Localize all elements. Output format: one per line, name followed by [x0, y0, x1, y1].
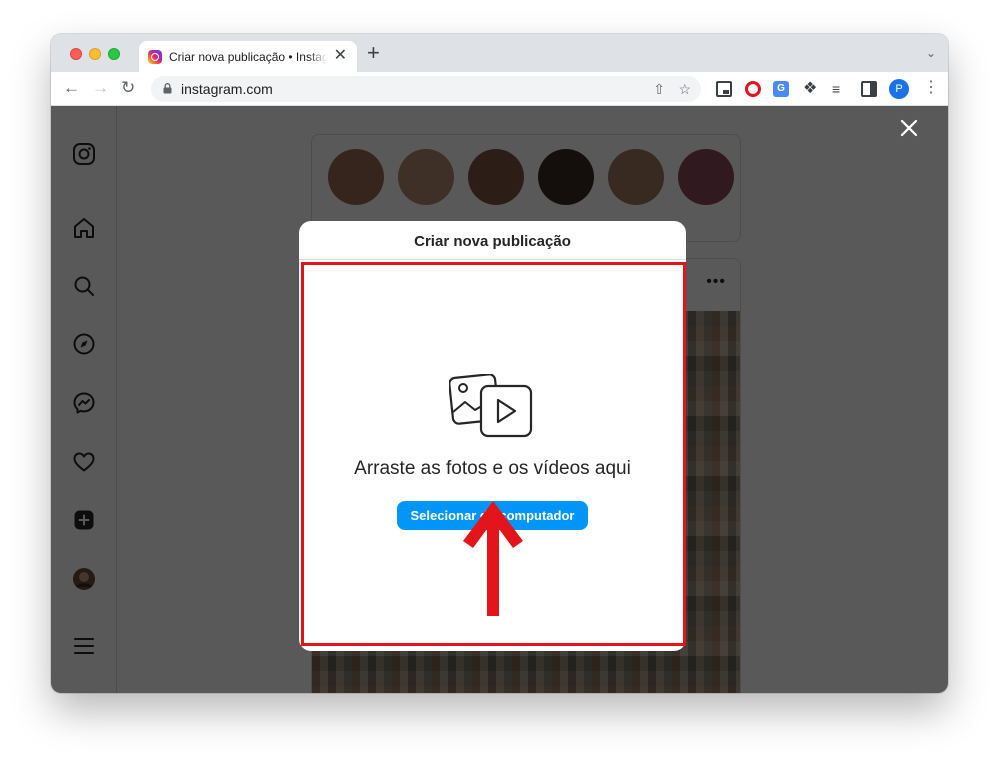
picture-in-picture-icon[interactable]	[716, 81, 732, 97]
photo-video-icon	[449, 374, 533, 438]
tab-close-icon[interactable]: ✕	[334, 47, 347, 65]
chrome-menu-icon[interactable]: ⋮	[923, 78, 939, 98]
translate-extension-icon[interactable]: G	[773, 81, 789, 97]
browser-window: Criar nova publicação • Instagram ✕ + ⌄ …	[51, 34, 948, 693]
tab-instagram[interactable]: Criar nova publicação • Instagram ✕	[139, 41, 357, 72]
reload-icon[interactable]: ↻	[121, 78, 135, 98]
opera-extension-icon[interactable]	[745, 81, 761, 97]
modal-title: Criar nova publicação	[414, 233, 571, 250]
tab-title: Criar nova publicação • Instagram	[169, 50, 327, 64]
bookmark-star-icon[interactable]: ☆	[678, 81, 691, 97]
page-viewport: ••• Criar nova publicação Arraste as fot…	[51, 106, 948, 693]
profile-avatar-button[interactable]: P	[889, 79, 909, 99]
maximize-window-button[interactable]	[108, 48, 120, 60]
back-arrow-icon[interactable]: ←	[63, 78, 80, 98]
url-text[interactable]: instagram.com	[181, 81, 273, 97]
reading-list-icon[interactable]: ≡	[832, 81, 848, 97]
browser-toolbar: ← → ↻ instagram.com ⇧ ☆ G ❖ ≡ P ⋮	[51, 72, 948, 106]
tab-search-chevron-icon[interactable]: ⌄	[926, 46, 936, 60]
new-tab-button[interactable]: +	[367, 42, 380, 64]
close-modal-icon[interactable]	[899, 118, 919, 138]
red-up-arrow-icon	[463, 501, 523, 616]
lock-icon[interactable]	[163, 83, 172, 94]
modal-header: Criar nova publicação	[299, 221, 686, 260]
tab-strip: Criar nova publicação • Instagram ✕ + ⌄	[51, 34, 948, 72]
close-window-button[interactable]	[70, 48, 82, 60]
share-icon[interactable]: ⇧	[653, 81, 665, 97]
extensions-puzzle-icon[interactable]: ❖	[803, 81, 819, 97]
minimize-window-button[interactable]	[89, 48, 101, 60]
instagram-favicon-icon	[148, 50, 162, 64]
forward-arrow-icon[interactable]: →	[92, 78, 109, 98]
side-panel-icon[interactable]	[861, 81, 877, 97]
address-bar[interactable]: instagram.com ⇧ ☆	[151, 76, 701, 102]
drop-instruction-text: Arraste as fotos e os vídeos aqui	[354, 458, 631, 479]
